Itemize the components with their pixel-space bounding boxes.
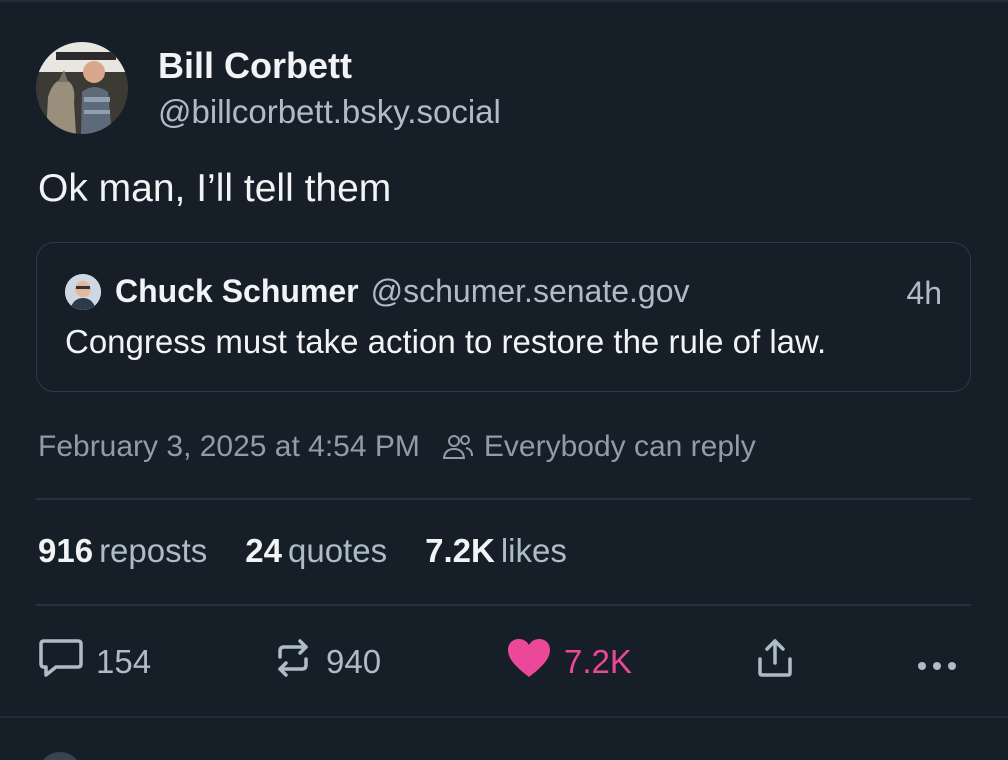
divider — [36, 498, 971, 500]
post-meta: February 3, 2025 at 4:54 PM Everybody ca… — [38, 430, 756, 464]
author-avatar-image — [36, 42, 128, 134]
likes-stat[interactable]: 7.2K likes — [425, 532, 567, 570]
reply-button[interactable]: 154 — [38, 636, 151, 688]
author-avatar[interactable] — [36, 42, 128, 134]
repost-count: 940 — [326, 643, 382, 680]
reposts-count: 916 — [38, 532, 94, 569]
author-handle[interactable]: @billcorbett.bsky.social — [158, 90, 501, 134]
reply-count: 154 — [96, 643, 152, 680]
reposts-stat[interactable]: 916 reposts — [38, 532, 207, 570]
likes-count: 7.2K — [425, 532, 495, 569]
people-icon — [442, 433, 474, 461]
heart-icon — [506, 637, 552, 687]
next-post-avatar[interactable] — [38, 752, 82, 760]
divider — [36, 604, 971, 606]
ellipsis-icon — [916, 643, 958, 681]
top-divider — [0, 0, 1008, 2]
post-text: Ok man, I’ll tell them — [38, 167, 392, 210]
quote-author-handle[interactable]: @schumer.senate.gov — [371, 273, 690, 310]
share-icon — [754, 637, 796, 687]
bottom-divider — [0, 716, 1008, 718]
quotes-label: quotes — [288, 532, 388, 569]
quote-timestamp: 4h — [906, 275, 942, 311]
quote-author-avatar[interactable] — [65, 273, 101, 310]
quoted-post[interactable]: Chuck Schumer @schumer.senate.gov 4h Con… — [36, 242, 971, 392]
like-count: 7.2K — [564, 643, 632, 680]
reposts-label: reposts — [99, 532, 208, 569]
post-thread-view: Bill Corbett @billcorbett.bsky.social Ok… — [0, 0, 1008, 760]
repost-button[interactable]: 940 — [272, 636, 381, 688]
quote-text: Congress must take action to restore the… — [65, 323, 827, 360]
reply-setting[interactable]: Everybody can reply — [484, 430, 756, 464]
post-stats: 916 reposts 24 quotes 7.2K likes — [38, 532, 605, 570]
post-actions: 154 940 7.2K — [36, 636, 971, 688]
likes-label: likes — [500, 532, 567, 569]
quotes-stat[interactable]: 24 quotes — [245, 532, 387, 570]
quote-author-name[interactable]: Chuck Schumer — [115, 273, 359, 310]
speech-bubble-icon — [38, 637, 84, 687]
post-author[interactable]: Bill Corbett @billcorbett.bsky.social — [36, 42, 501, 134]
share-button[interactable] — [754, 636, 796, 688]
post-timestamp: February 3, 2025 at 4:54 PM — [38, 430, 420, 463]
more-options-button[interactable] — [916, 636, 958, 688]
quote-avatar-image — [65, 273, 101, 310]
like-button[interactable]: 7.2K — [506, 636, 632, 688]
author-display-name[interactable]: Bill Corbett — [158, 44, 501, 88]
quotes-count: 24 — [245, 532, 282, 569]
repost-arrows-icon — [272, 637, 314, 687]
